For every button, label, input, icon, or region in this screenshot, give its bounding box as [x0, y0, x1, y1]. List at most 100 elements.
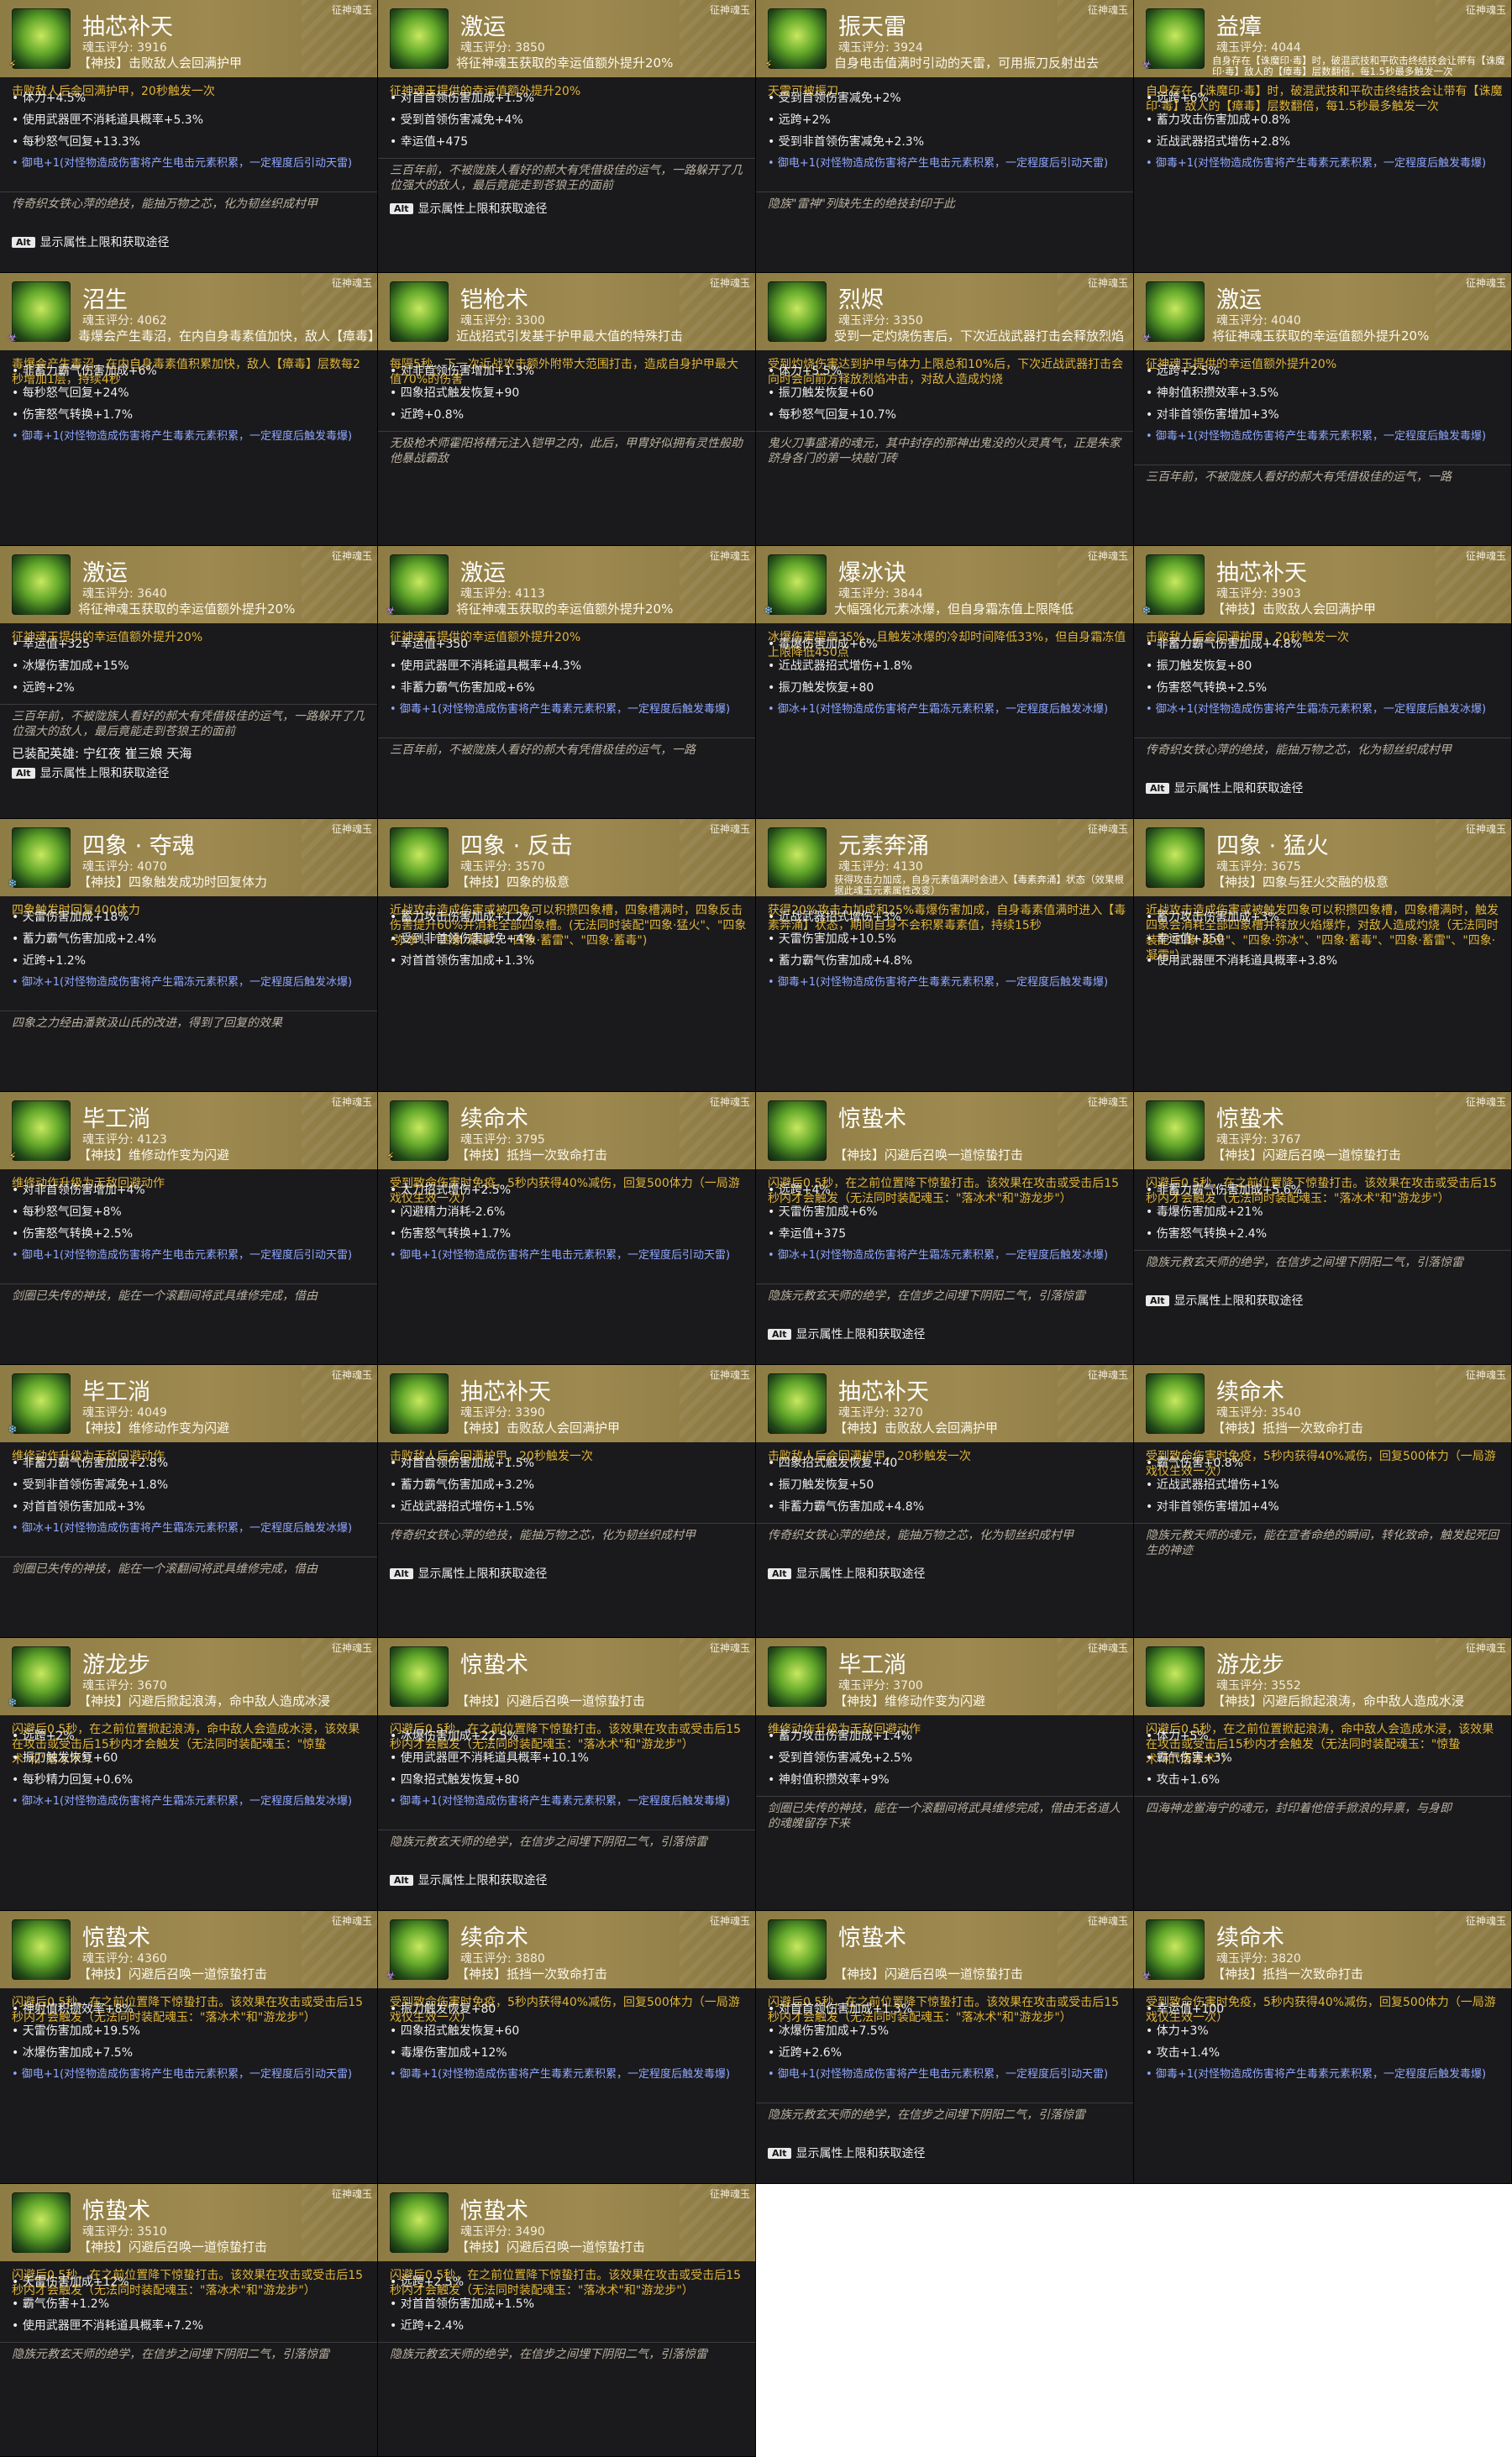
jade-icon	[768, 1646, 827, 1707]
show-attributes-link[interactable]: Alt 显示属性上限和获取途径	[1146, 1292, 1504, 1309]
soul-jade-card[interactable]: 征神魂玉 惊蛰术 【神技】闪避后召唤一道惊蛰打击 闪避后0.5秒，在之前位置降下惊蛰打…	[378, 1638, 756, 1911]
jade-description: 【神技】闪避后召唤一道惊蛰打击	[78, 2239, 268, 2255]
stat-line: 幸运值+475	[390, 131, 748, 153]
set-bonus: 御电+1(对怪物造成伤害将产生电击元素积累，一定程度后引动天雷)	[12, 156, 370, 171]
stat-line: 体力+5%	[1146, 1725, 1504, 1747]
jade-stats: 蓄力攻击伤害加成+1.4%受到首领伤害减免+2.5%神射值积攒效率+9%	[768, 1725, 1126, 1791]
jade-score: 魂玉评分: 4360	[82, 1952, 167, 1966]
soul-jade-card[interactable]: ⚡ 征神魂玉 抽芯补天 魂玉评分: 3916 【神技】击败敌人会回满护甲 击败敌人后会回满…	[0, 0, 378, 273]
soul-jade-card[interactable]: 征神魂玉 惊蛰术 魂玉评分: 4360 【神技】闪避后召唤一道惊蛰打击 闪避后0.5秒，…	[0, 1911, 378, 2184]
jade-type-label: 征神魂玉	[1465, 4, 1506, 16]
jade-score: 魂玉评分: 3880	[460, 1952, 545, 1966]
soul-jade-card[interactable]: 征神魂玉 惊蛰术 魂玉评分: 3510 【神技】闪避后召唤一道惊蛰打击 闪避后0.5秒，…	[0, 2184, 378, 2457]
soul-jade-card[interactable]: ☣ 征神魂玉 沼生 魂玉评分: 4062 毒爆会产生毒沼，在内自身毒素值加快，敌人【瘴毒…	[0, 273, 378, 546]
soul-jade-card[interactable]: ❄ 征神魂玉 爆冰诀 魂玉评分: 3844 大幅强化元素冰爆，但自身霜冻值上限降低 冰爆伤…	[756, 546, 1134, 819]
stat-line: 使用武器匣不消耗道具概率+5.3%	[12, 109, 370, 131]
soul-jade-card[interactable]: 征神魂玉 铠枪术 魂玉评分: 3300 近战招式引发基于护甲最大值的特殊打击 每隔5秒，…	[378, 273, 756, 546]
soul-jade-card[interactable]: 征神魂玉 惊蛰术 【神技】闪避后召唤一道惊蛰打击 闪避后0.5秒，在之前位置降下惊蛰打…	[756, 1911, 1134, 2184]
soul-jade-card[interactable]: 征神魂玉 烈烬 魂玉评分: 3350 受到一定灼烧伤害后，下次近战武器打击会释放烈焰受…	[756, 273, 1134, 546]
show-attributes-link[interactable]: Alt 显示属性上限和获取途径	[390, 200, 748, 217]
soul-jade-card[interactable]: 征神魂玉 惊蛰术 【神技】闪避后召唤一道惊蛰打击 闪避后0.5秒，在之前位置降下惊蛰打…	[756, 1092, 1134, 1365]
soul-jade-card[interactable]: ⚡ 征神魂玉 毕工淌 魂玉评分: 4123 【神技】维修动作变为闪避 维修动作升级为无敌回…	[0, 1092, 378, 1365]
jade-score: 魂玉评分: 3700	[838, 1679, 923, 1693]
show-attributes-link[interactable]: Alt 显示属性上限和获取途径	[768, 1565, 1126, 1582]
soul-jade-card[interactable]: 征神魂玉 激运 魂玉评分: 3850 将征神魂玉获取的幸运值额外提升20% 征神魂玉提供…	[378, 0, 756, 273]
soul-jade-card[interactable]: ⚡ 征神魂玉 续命术 魂玉评分: 3795 【神技】抵挡一次致命打击 受到致命伤害时免疫，…	[378, 1092, 756, 1365]
poison-element-icon: ☣	[1142, 1969, 1152, 1982]
show-attributes-link[interactable]: Alt 显示属性上限和获取途径	[390, 1565, 748, 1582]
show-attributes-link[interactable]: Alt 显示属性上限和获取途径	[768, 1326, 1126, 1342]
soul-jade-card[interactable]: 征神魂玉 惊蛰术 魂玉评分: 3490 【神技】闪避后召唤一道惊蛰打击 闪避后0.5秒，…	[378, 2184, 756, 2457]
jade-description: 【神技】击败敌人会回满护甲	[456, 1420, 621, 1436]
alt-key-icon: Alt	[390, 1568, 413, 1579]
soul-jade-card[interactable]: ☣ 征神魂玉 益瘴 魂玉评分: 4044 自身存在【诛魔印·毒】时，破混武技和平砍击终结…	[1134, 0, 1512, 273]
jade-description: 毒爆会产生毒沼，在内自身毒素值加快，敌人【瘴毒】层数	[78, 328, 374, 344]
stat-line: 对首首领伤害加成+1.5%	[390, 2293, 748, 2315]
stat-line: 振刀触发恢复+60	[12, 1747, 370, 1769]
soul-jade-card[interactable]: ❄ 征神魂玉 四象 · 夺魂 魂玉评分: 4070 【神技】四象触发成功时回复体力 四象触…	[0, 819, 378, 1092]
jade-icon	[1146, 827, 1205, 888]
jade-description: 【神技】击败敌人会回满护甲	[1212, 601, 1377, 617]
jade-score: 魂玉评分: 4123	[82, 1133, 167, 1147]
soul-jade-card[interactable]: 征神魂玉 抽芯补天 魂玉评分: 3390 【神技】击败敌人会回满护甲 击败敌人后会回满护…	[378, 1365, 756, 1638]
stat-line: 神射值积攒效率+9%	[768, 1769, 1126, 1791]
soul-jade-card[interactable]: 征神魂玉 激运 魂玉评分: 3640 将征神魂玉获取的幸运值额外提升20% 征神魂玉提供…	[0, 546, 378, 819]
set-bonus: 御毒+1(对怪物造成伤害将产生毒素元素积累，一定程度后触发毒爆)	[1146, 2067, 1504, 2082]
soul-jade-card[interactable]: ❄ 征神魂玉 毕工淌 魂玉评分: 4049 【神技】维修动作变为闪避 维修动作升级为无敌回…	[0, 1365, 378, 1638]
stat-line: 远跨+6%	[1146, 87, 1504, 109]
jade-icon	[1146, 1373, 1205, 1434]
stat-line: 非蓄力霸气伤害加成+6%	[12, 360, 370, 382]
stat-line: 蓄力霸气伤害加成+2.4%	[12, 928, 370, 950]
jade-description: 【神技】闪避后召唤一道惊蛰打击	[834, 1966, 1024, 1982]
stat-line: 振刀触发恢复+80	[768, 677, 1126, 699]
show-attributes-link[interactable]: Alt 显示属性上限和获取途径	[12, 764, 370, 781]
soul-jade-card[interactable]: ☣ 征神魂玉 激运 魂玉评分: 4113 将征神魂玉获取的幸运值额外提升20% 征神魂玉提…	[378, 546, 756, 819]
jade-score: 魂玉评分: 3850	[460, 41, 545, 55]
show-attributes-link[interactable]: Alt 显示属性上限和获取途径	[768, 2145, 1126, 2161]
card-header: 征神魂玉 惊蛰术 【神技】闪避后召唤一道惊蛰打击	[378, 1638, 755, 1715]
show-attributes-link[interactable]: Alt 显示属性上限和获取途径	[12, 234, 370, 250]
set-bonus: 御毒+1(对怪物造成伤害将产生毒素元素积累，一定程度后触发毒爆)	[390, 702, 748, 717]
stat-line: 冰爆伤害加成+7.5%	[12, 2042, 370, 2064]
jade-name: 惊蛰术	[1216, 1106, 1284, 1132]
jade-description: 自身存在【诛魔印·毒】时，破混武技和平砍击终结技会让带有【诛魔印·毒】敌人的【瘴…	[1212, 55, 1505, 77]
thunder-element-icon: ⚡	[386, 1150, 395, 1163]
lore-text: 隐族元教天师的魂元，能在宣者命绝的瞬间，转化致命，触发起死回生的神迹	[1134, 1523, 1511, 1558]
jade-stats: 近战武器招式增伤+3%天雷伤害加成+10.5%蓄力霸气伤害加成+4.8%	[768, 906, 1126, 972]
soul-jade-card[interactable]: 征神魂玉 元素奔涌 魂玉评分: 4130 获得攻击力加成，自身元素值满时会进入【毒素奔…	[756, 819, 1134, 1092]
soul-jade-card[interactable]: 征神魂玉 续命术 魂玉评分: 3540 【神技】抵挡一次致命打击 受到致命伤害时免疫，5…	[1134, 1365, 1512, 1638]
jade-name: 激运	[460, 560, 506, 586]
jade-type-label: 征神魂玉	[709, 823, 750, 835]
jade-icon	[390, 1373, 449, 1434]
jade-score: 魂玉评分: 3570	[460, 860, 545, 874]
show-attributes-label: 显示属性上限和获取途径	[795, 2147, 926, 2160]
show-attributes-label: 显示属性上限和获取途径	[1173, 782, 1304, 795]
soul-jade-card[interactable]: 征神魂玉 游龙步 魂玉评分: 3552 【神技】闪避后掀起浪涛，命中敌人造成水浸 闪避后…	[1134, 1638, 1512, 1911]
jade-stats: 远跨+2.5%神射值积攒效率+3.5%对非首领伤害增加+3%	[1146, 360, 1504, 426]
lore-text: 隐族元教玄天师的绝学，在信步之间埋下阴阳二气，引落惊雷	[1134, 1250, 1511, 1270]
lore-text: 三百年前，不被陇族人看好的郝大有凭借极佳的运气，一路	[1134, 465, 1511, 485]
soul-jade-card[interactable]: ☣ 征神魂玉 续命术 魂玉评分: 3880 【神技】抵挡一次致命打击 受到致命伤害时免疫，…	[378, 1911, 756, 2184]
soul-jade-card[interactable]: ☣ 征神魂玉 激运 魂玉评分: 4040 将征神魂玉获取的幸运值额外提升20% 征神魂玉提…	[1134, 273, 1512, 546]
jade-description: 【神技】四象与狂火交融的极意	[1212, 874, 1389, 890]
stat-line: 对首首领伤害加成+1.3%	[390, 950, 748, 972]
soul-jade-card[interactable]: ❄ 征神魂玉 游龙步 魂玉评分: 3670 【神技】闪避后掀起浪涛，命中敌人造成冰浸 闪避…	[0, 1638, 378, 1911]
jade-stats: 非蓄力霸气伤害加成+2.8%受到非首领伤害减免+1.8%对首首领伤害加成+3%	[12, 1452, 370, 1518]
soul-jade-card[interactable]: 征神魂玉 四象 · 反击 魂玉评分: 3570 【神技】四象的极意 近战攻击造成伤害或被…	[378, 819, 756, 1092]
jade-type-label: 征神魂玉	[1465, 1915, 1506, 1927]
soul-jade-card[interactable]: 征神魂玉 惊蛰术 魂玉评分: 3767 【神技】闪避后召唤一道惊蛰打击 闪避后0.5秒，…	[1134, 1092, 1512, 1365]
thunder-element-icon: ⚡	[764, 58, 773, 71]
set-bonus: 御电+1(对怪物造成伤害将产生电击元素积累，一定程度后引动天雷)	[390, 1248, 748, 1263]
soul-jade-card[interactable]: 征神魂玉 四象 · 猛火 魂玉评分: 3675 【神技】四象与狂火交融的极意 近战攻击造…	[1134, 819, 1512, 1092]
soul-jade-card[interactable]: ⚡ 征神魂玉 振天雷 魂玉评分: 3924 自身电击值满时引动的天雷，可用振刀反射出去天…	[756, 0, 1134, 273]
show-attributes-link[interactable]: Alt 显示属性上限和获取途径	[1146, 780, 1504, 796]
soul-jade-card[interactable]: 征神魂玉 毕工淌 魂玉评分: 3700 【神技】维修动作变为闪避 维修动作升级为无敌回避…	[756, 1638, 1134, 1911]
show-attributes-link[interactable]: Alt 显示属性上限和获取途径	[390, 1872, 748, 1888]
set-bonus: 御电+1(对怪物造成伤害将产生电击元素积累，一定程度后引动天雷)	[12, 2067, 370, 2082]
soul-jade-card[interactable]: ☣ 征神魂玉 续命术 魂玉评分: 3820 【神技】抵挡一次致命打击 受到致命伤害时免疫，…	[1134, 1911, 1512, 2184]
jade-description: 【神技】四象的极意	[456, 874, 570, 890]
jade-name: 续命术	[1216, 1379, 1284, 1405]
soul-jade-card[interactable]: 征神魂玉 抽芯补天 魂玉评分: 3270 【神技】击败敌人会回满护甲 击败敌人后会回满护…	[756, 1365, 1134, 1638]
soul-jade-card[interactable]: ❄ 征神魂玉 抽芯补天 魂玉评分: 3903 【神技】击败敌人会回满护甲 击败敌人后会回满…	[1134, 546, 1512, 819]
jade-type-label: 征神魂玉	[1465, 550, 1506, 562]
